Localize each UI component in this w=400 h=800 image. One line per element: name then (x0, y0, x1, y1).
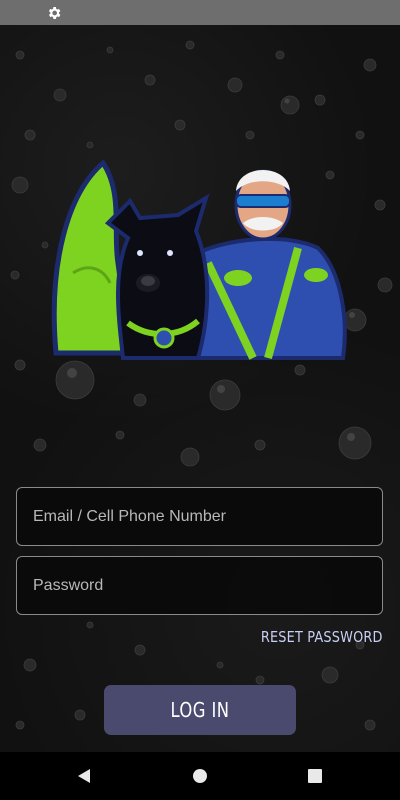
email-field[interactable] (16, 487, 383, 546)
login-screen: RESET PASSWORD LOG IN (0, 25, 400, 752)
mascot-logo (51, 159, 347, 360)
login-button-label: LOG IN (170, 698, 230, 722)
navigation-bar (0, 752, 400, 800)
email-input[interactable] (17, 488, 382, 545)
status-bar (0, 0, 400, 25)
back-triangle-icon[interactable] (76, 768, 92, 784)
recents-square-icon[interactable] (308, 769, 322, 783)
password-input[interactable] (17, 557, 382, 614)
login-button[interactable]: LOG IN (104, 685, 296, 735)
reset-password-link[interactable]: RESET PASSWORD (261, 628, 383, 646)
password-field[interactable] (16, 556, 383, 615)
gear-icon[interactable] (46, 5, 62, 21)
home-circle-icon[interactable] (193, 769, 207, 783)
